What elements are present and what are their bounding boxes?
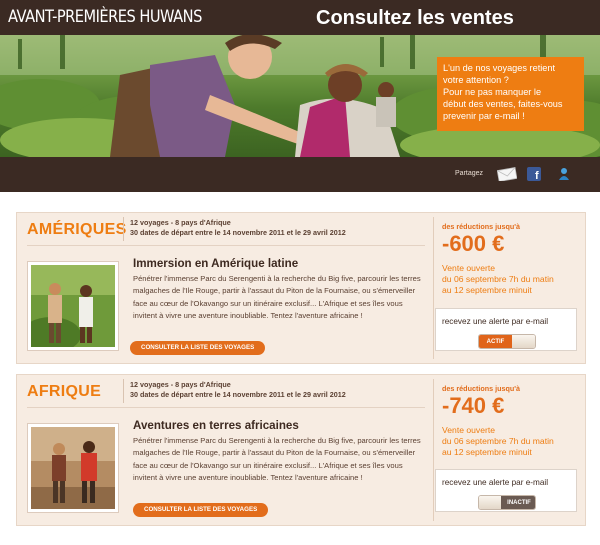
divider: [123, 217, 124, 241]
view-trips-button[interactable]: CONSULTER LA LISTE DES VOYAGES: [133, 503, 269, 517]
promo-line: début des ventes, faites-vous: [443, 99, 563, 109]
trip-meta: 12 voyages - 8 pays d'Afrique 30 dates d…: [130, 218, 346, 238]
toggle-knob[interactable]: [512, 335, 535, 348]
toggle-state-label: INACTIF: [501, 496, 535, 509]
promo-line: Pour ne pas manquer le: [443, 87, 542, 97]
meta-line: 12 voyages - 8 pays d'Afrique: [130, 380, 231, 389]
facebook-icon[interactable]: f: [526, 167, 542, 181]
sale-dates: du 06 septembre 7h du matin: [442, 436, 554, 446]
sale-dates: Vente ouverte: [442, 263, 496, 273]
sale-card-afrique: AFRIQUE 12 voyages - 8 pays d'Afrique 30…: [16, 374, 586, 526]
sale-dates: au 12 septembre minuit: [442, 285, 532, 295]
view-trips-button[interactable]: CONSULTER LA LISTE DES VOYAGES: [130, 341, 266, 355]
region-title: AMÉRIQUES: [27, 221, 127, 238]
meta-line: 30 dates de départ entre le 14 novembre …: [130, 390, 346, 399]
sale-summary: des réductions jusqu'à -600 € Vente ouve…: [433, 213, 587, 365]
discount-value: -740 €: [442, 393, 505, 418]
trip-photo[interactable]: [27, 423, 119, 513]
region-title: AFRIQUE: [27, 383, 102, 400]
site-header: AVANT-PREMIÈRES HUWANS Consultez les ven…: [0, 0, 600, 35]
email-alert-box: recevez une alerte par e-mail INACTIF: [435, 469, 577, 512]
alert-label: recevez une alerte par e-mail: [442, 317, 549, 326]
trip-title[interactable]: Aventures en terres africaines: [133, 419, 299, 432]
discount-label: des réductions jusqu'à: [442, 384, 520, 393]
meta-line: 30 dates de départ entre le 14 novembre …: [130, 228, 346, 237]
promo-line: votre attention ?: [443, 75, 509, 85]
trip-photo-image: [31, 427, 115, 509]
alert-toggle[interactable]: ACTIF: [478, 334, 536, 349]
alert-label: recevez une alerte par e-mail: [442, 478, 549, 487]
promo-line: prevenir par e-mail !: [443, 111, 525, 121]
divider: [27, 407, 425, 408]
trip-photo-image: [31, 265, 115, 347]
promo-line: L'un de nos voyages retient: [443, 63, 556, 73]
sale-card-ameriques: AMÉRIQUES 12 voyages - 8 pays d'Afrique …: [16, 212, 586, 364]
hero-banner: L'un de nos voyages retient votre attent…: [0, 35, 600, 157]
newsletter-promo: L'un de nos voyages retient votre attent…: [437, 57, 584, 131]
svg-text:f: f: [535, 170, 539, 181]
divider: [123, 379, 124, 403]
divider: [27, 245, 425, 246]
toggle-knob[interactable]: [479, 496, 501, 509]
sale-dates: Vente ouverte: [442, 425, 496, 435]
trip-meta: 12 voyages - 8 pays d'Afrique 30 dates d…: [130, 380, 346, 400]
divider: [433, 379, 434, 521]
trip-description: Pénétrer l'immense Parc du Serengenti à …: [133, 436, 421, 483]
email-alert-box: recevez une alerte par e-mail ACTIF: [435, 308, 577, 351]
trip-title[interactable]: Immersion en Amérique latine: [133, 257, 298, 270]
toggle-state-label: ACTIF: [479, 335, 512, 348]
sale-dates: au 12 septembre minuit: [442, 447, 532, 457]
share-bar: Partagez f: [0, 157, 600, 192]
discount-label: des réductions jusqu'à: [442, 222, 520, 231]
alert-toggle[interactable]: INACTIF: [478, 495, 536, 510]
share-label: Partagez: [455, 170, 484, 177]
trip-description: Pénétrer l'immense Parc du Serengenti à …: [133, 274, 421, 321]
sale-dates: du 06 septembre 7h du matin: [442, 274, 554, 284]
share-icon[interactable]: [556, 167, 572, 181]
sale-summary: des réductions jusqu'à -740 € Vente ouve…: [433, 375, 587, 527]
page-title: Consultez les ventes: [316, 7, 514, 29]
email-icon[interactable]: [497, 167, 517, 181]
trip-photo[interactable]: [27, 261, 119, 351]
divider: [433, 217, 434, 359]
discount-value: -600 €: [442, 231, 505, 256]
meta-line: 12 voyages - 8 pays d'Afrique: [130, 218, 231, 227]
brand-logo[interactable]: AVANT-PREMIÈRES HUWANS: [8, 7, 202, 27]
